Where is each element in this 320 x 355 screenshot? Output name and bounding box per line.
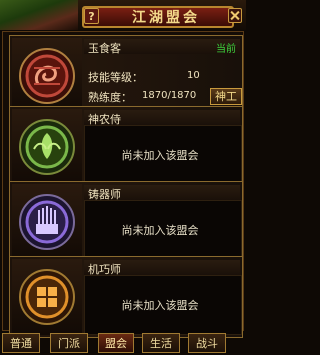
tab-sect[interactable]: 门派 (50, 333, 88, 353)
guild-card-herbalist[interactable]: 神农侍 尚未加入该盟会 (9, 106, 243, 188)
guild-name: 神农侍 (88, 113, 121, 126)
guild-name: 铸器师 (88, 188, 121, 201)
window-title: 江湖盟会 (132, 10, 200, 26)
guild-card-gourmet[interactable]: 玉食客 当前 技能等级： 10 熟练度： 1870/1870 神工 (9, 35, 243, 117)
scenery-decoration (0, 0, 78, 30)
tab-life[interactable]: 生活 (142, 333, 180, 353)
craft-button[interactable]: 神工 (210, 88, 242, 105)
guild-card-smith[interactable]: 铸器师 尚未加入该盟会 (9, 181, 243, 263)
close-button[interactable] (228, 8, 242, 23)
tab-guild[interactable]: 盟会 (98, 333, 134, 353)
dragon-emblem-icon (19, 48, 75, 104)
guild-panel: 玉食客 当前 技能等级： 10 熟练度： 1870/1870 神工 神农侍 尚未… (2, 31, 244, 338)
current-tag: 当前 (216, 44, 236, 55)
proficiency-value: 1870/1870 (142, 90, 197, 101)
membership-status: 尚未加入该盟会 (121, 299, 199, 312)
emblem-frame (12, 38, 82, 114)
tab-battle[interactable]: 战斗 (188, 333, 226, 353)
guild-name: 玉食客 (88, 42, 121, 55)
guild-card-mechanic[interactable]: 机巧师 尚未加入该盟会 (9, 256, 243, 338)
skill-level-value: 10 (187, 70, 200, 81)
guild-name: 机巧师 (88, 263, 121, 276)
skill-level-label: 技能等级： (88, 71, 143, 84)
membership-status: 尚未加入该盟会 (121, 149, 199, 162)
tab-normal[interactable]: 普通 (2, 333, 40, 353)
category-tabs: 普通 门派 盟会 生活 战斗 (2, 333, 244, 355)
membership-status: 尚未加入该盟会 (121, 224, 199, 237)
proficiency-label: 熟练度： (88, 91, 132, 104)
help-button[interactable]: ? (84, 8, 99, 24)
